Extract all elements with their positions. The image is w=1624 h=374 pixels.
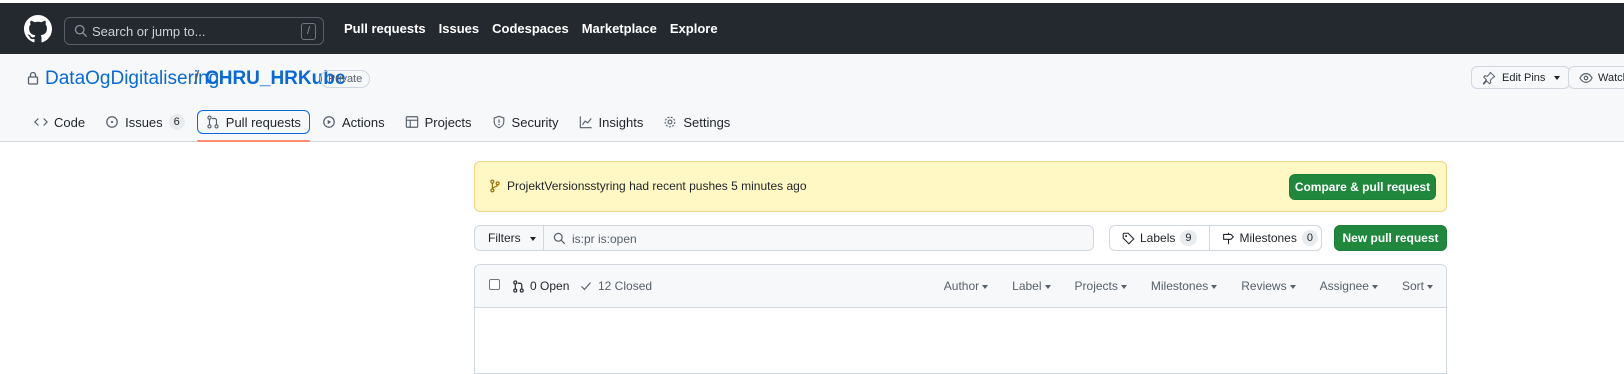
- filters-label: Filters: [488, 231, 521, 245]
- tab-label: Issues: [125, 114, 163, 130]
- table-icon: [405, 116, 418, 128]
- tab-actions[interactable]: Actions: [314, 110, 393, 134]
- closed-filter-link[interactable]: 12 Closed: [580, 279, 652, 293]
- pull-request-list: 0 Open 12 Closed Author Label Projects M…: [474, 264, 1447, 374]
- pr-search-input[interactable]: is:pr is:open: [543, 225, 1094, 251]
- push-message-text: had recent pushes 5 minutes ago: [629, 179, 807, 193]
- labels-count-badge: 9: [1180, 230, 1197, 246]
- search-icon: [74, 24, 88, 38]
- tab-label: Insights: [598, 114, 644, 130]
- milestones-count-badge: 0: [1301, 230, 1318, 246]
- repo-header: DataOgDigitalisering / CHRU_HRKube Priva…: [0, 54, 1624, 142]
- nav-pull-requests[interactable]: Pull requests: [344, 21, 426, 36]
- tab-settings[interactable]: Settings: [655, 110, 738, 134]
- author-menu[interactable]: Author: [944, 279, 988, 293]
- repo-tabs: Code Issues 6 Pull requests Actions Proj…: [26, 110, 742, 142]
- pr-search-value: is:pr is:open: [572, 232, 637, 246]
- milestone-icon: [1222, 232, 1234, 244]
- projects-menu[interactable]: Projects: [1075, 279, 1127, 293]
- open-filter-link[interactable]: 0 Open: [512, 279, 569, 293]
- tab-label: Security: [511, 114, 559, 130]
- search-placeholder: Search or jump to...: [92, 24, 206, 39]
- code-icon: [34, 118, 48, 126]
- milestones-menu[interactable]: Milestones: [1151, 279, 1217, 293]
- nav-marketplace[interactable]: Marketplace: [582, 21, 657, 36]
- github-logo-icon[interactable]: [24, 15, 52, 43]
- pull-request-icon: [207, 115, 219, 129]
- search-shortcut-key: /: [301, 23, 316, 40]
- issues-count-badge: 6: [168, 114, 185, 130]
- tab-label: Actions: [341, 114, 385, 130]
- filters-dropdown[interactable]: Filters: [474, 225, 544, 251]
- tab-label: Projects: [424, 114, 472, 130]
- edit-pins-label: Edit Pins: [1502, 71, 1546, 84]
- global-header: Search or jump to... / Pull requests Iss…: [0, 3, 1624, 54]
- pin-icon: [1482, 71, 1496, 85]
- milestones-button[interactable]: Milestones 0: [1208, 226, 1330, 250]
- search-icon: [553, 232, 566, 245]
- labels-label: Labels: [1140, 231, 1176, 245]
- global-search-input[interactable]: Search or jump to... /: [64, 17, 324, 45]
- graph-icon: [579, 116, 592, 129]
- tab-label: Code: [54, 114, 86, 130]
- chevron-down-icon: [1551, 72, 1560, 84]
- closed-count-label: 12 Closed: [598, 279, 653, 293]
- visibility-badge: Private: [320, 70, 371, 88]
- shield-icon: [493, 115, 504, 129]
- tab-pull-requests[interactable]: Pull requests: [196, 110, 311, 142]
- labels-button[interactable]: Labels 9: [1110, 226, 1209, 250]
- branch-icon: [490, 179, 500, 193]
- tab-security[interactable]: Security: [484, 110, 567, 134]
- tab-insights[interactable]: Insights: [571, 110, 652, 134]
- tab-projects[interactable]: Projects: [397, 110, 480, 134]
- labels-milestones-group: Labels 9 Milestones 0: [1109, 225, 1322, 251]
- push-message: ProjektVersionsstyring had recent pushes…: [507, 179, 807, 193]
- gear-icon: [664, 116, 676, 128]
- open-count-label: 0 Open: [530, 279, 570, 293]
- repo-path-separator: /: [194, 68, 200, 89]
- issue-icon: [106, 116, 118, 128]
- compare-pull-request-button[interactable]: Compare & pull request: [1289, 174, 1436, 200]
- tab-issues[interactable]: Issues 6: [97, 110, 193, 134]
- tab-label: Settings: [683, 114, 731, 130]
- play-icon: [323, 116, 335, 128]
- nav-explore[interactable]: Explore: [670, 21, 718, 36]
- watch-label: Watch: [1598, 71, 1624, 84]
- assignee-menu[interactable]: Assignee: [1320, 279, 1378, 293]
- select-all-checkbox[interactable]: [489, 279, 500, 290]
- branch-name[interactable]: ProjektVersionsstyring: [507, 179, 626, 193]
- tag-icon: [1122, 232, 1135, 245]
- nav-codespaces[interactable]: Codespaces: [492, 21, 569, 36]
- lock-icon: [27, 71, 39, 85]
- tab-label: Pull requests: [225, 114, 301, 130]
- global-nav: Pull requests Issues Codespaces Marketpl…: [344, 21, 718, 36]
- edit-pins-button[interactable]: Edit Pins: [1471, 66, 1571, 89]
- milestones-label: Milestones: [1239, 231, 1297, 245]
- pull-request-list-header: 0 Open 12 Closed Author Label Projects M…: [475, 265, 1446, 308]
- recent-push-banner: ProjektVersionsstyring had recent pushes…: [474, 161, 1447, 212]
- list-filter-menus: Author Label Projects Milestones Reviews…: [944, 279, 1433, 293]
- tab-code[interactable]: Code: [26, 110, 93, 134]
- new-pull-request-button[interactable]: New pull request: [1334, 225, 1447, 251]
- watch-button[interactable]: Watch: [1568, 66, 1624, 89]
- nav-issues[interactable]: Issues: [439, 21, 479, 36]
- eye-icon: [1579, 72, 1593, 83]
- reviews-menu[interactable]: Reviews: [1241, 279, 1295, 293]
- sort-menu[interactable]: Sort: [1402, 279, 1433, 293]
- chevron-down-icon: [527, 231, 536, 245]
- label-menu[interactable]: Label: [1012, 279, 1050, 293]
- check-icon: [581, 282, 591, 291]
- pull-request-icon: [513, 279, 524, 293]
